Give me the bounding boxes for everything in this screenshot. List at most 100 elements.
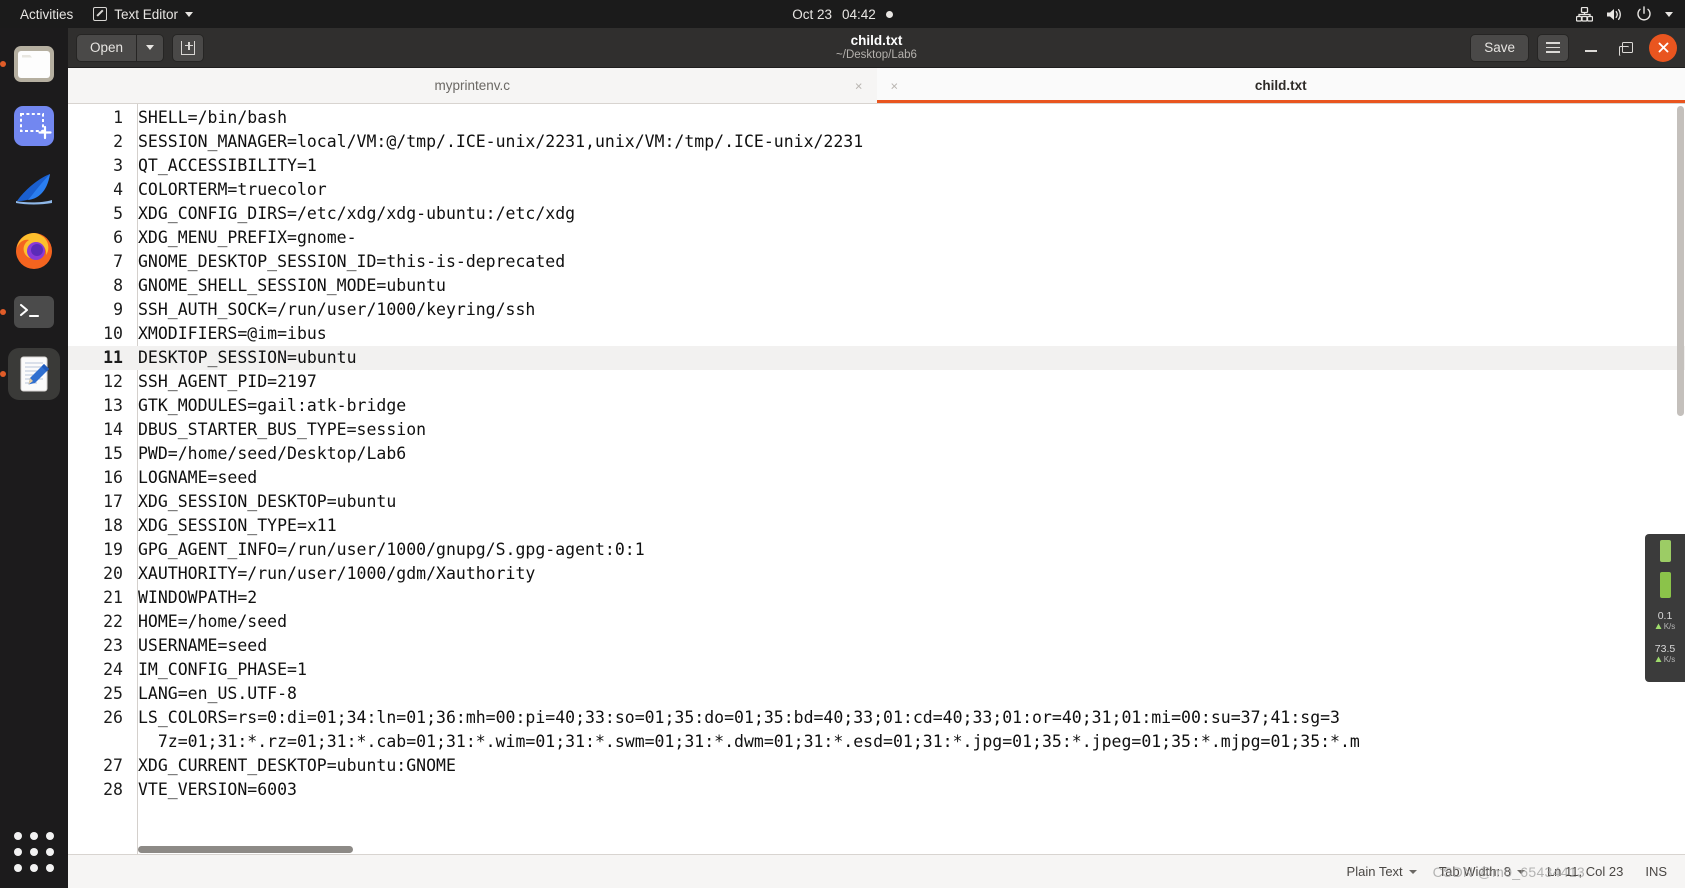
maximize-button[interactable] xyxy=(1613,34,1641,62)
editor-area[interactable]: 1 SHELL=/bin/bash 2 SESSION_MANAGER=local/V… xyxy=(68,104,1685,854)
code-line[interactable]: 19 GPG_AGENT_INFO=/run/user/1000/gnupg/S.… xyxy=(68,538,1685,562)
code-line[interactable]: 26 LS_COLORS=rs=0:di=01;34:ln=01;36:mh=00… xyxy=(68,706,1685,730)
running-indicator-dot xyxy=(0,61,6,67)
notepad-pencil-icon xyxy=(20,356,49,392)
code-line[interactable]: 8 GNOME_SHELL_SESSION_MODE=ubuntu xyxy=(68,274,1685,298)
power-icon xyxy=(1637,6,1651,21)
dock xyxy=(0,28,68,888)
language-selector[interactable]: Plain Text xyxy=(1347,864,1417,879)
code-line[interactable]: 18 XDG_SESSION_TYPE=x11 xyxy=(68,514,1685,538)
line-text: GNOME_SHELL_SESSION_MODE=ubuntu xyxy=(138,276,446,295)
dock-item-files[interactable] xyxy=(0,38,60,90)
tab-close-icon[interactable]: × xyxy=(855,79,863,92)
line-text: XDG_SESSION_TYPE=x11 xyxy=(138,516,337,535)
code-line[interactable]: 28 VTE_VERSION=6003 xyxy=(68,778,1685,802)
code-line[interactable]: 7 GNOME_DESKTOP_SESSION_ID=this-is-deprec… xyxy=(68,250,1685,274)
code-line[interactable]: 5 XDG_CONFIG_DIRS=/etc/xdg/xdg-ubuntu:/et… xyxy=(68,202,1685,226)
activities-label: Activities xyxy=(20,6,74,22)
running-indicator-dot xyxy=(0,309,6,315)
hamburger-menu-icon xyxy=(1546,41,1560,54)
chevron-down-icon[interactable] xyxy=(1665,11,1673,17)
code-line[interactable]: 6 XDG_MENU_PREFIX=gnome- xyxy=(68,226,1685,250)
code-line[interactable]: 4 COLORTERM=truecolor xyxy=(68,178,1685,202)
line-number: 5 xyxy=(113,204,123,223)
code-line[interactable]: 11 DESKTOP_SESSION=ubuntu xyxy=(68,346,1685,370)
activities-button[interactable]: Activities xyxy=(10,3,83,26)
running-indicator-dot xyxy=(0,371,6,377)
line-number: 14 xyxy=(103,420,123,439)
open-button[interactable]: Open xyxy=(76,33,137,62)
top-bar-left: Activities Text Editor xyxy=(0,3,203,26)
dock-item-terminal[interactable] xyxy=(0,286,60,338)
code-line[interactable]: 15 PWD=/home/seed/Desktop/Lab6 xyxy=(68,442,1685,466)
minimize-icon xyxy=(1585,50,1597,52)
horizontal-scrollbar[interactable] xyxy=(138,846,1678,853)
dock-item-firefox[interactable] xyxy=(8,224,60,276)
new-tab-button[interactable] xyxy=(172,33,205,62)
line-number: 16 xyxy=(103,468,123,487)
header-right-controls: Save xyxy=(1470,33,1677,62)
volume-icon xyxy=(1607,8,1621,20)
text-editor-icon xyxy=(93,7,108,21)
system-tray[interactable] xyxy=(1576,6,1673,22)
line-text: XDG_MENU_PREFIX=gnome- xyxy=(138,228,357,247)
vertical-scrollbar-thumb[interactable] xyxy=(1677,106,1684,416)
line-text: DESKTOP_SESSION=ubuntu xyxy=(138,348,357,367)
tab-myprintenv-c[interactable]: myprintenv.c × xyxy=(68,68,877,103)
dock-item-text-editor[interactable] xyxy=(0,348,60,400)
code-line[interactable]: 20 XAUTHORITY=/run/user/1000/gdm/Xauthori… xyxy=(68,562,1685,586)
line-number: 18 xyxy=(103,516,123,535)
clock-button[interactable]: Oct 23 04:42 xyxy=(713,7,973,22)
source-view[interactable]: 1 SHELL=/bin/bash 2 SESSION_MANAGER=local/V… xyxy=(68,104,1685,854)
close-icon xyxy=(1658,42,1668,53)
line-text: SHELL=/bin/bash xyxy=(138,108,288,127)
app-menu-button[interactable]: Text Editor xyxy=(83,3,203,26)
window-subtitle: ~/Desktop/Lab6 xyxy=(836,49,917,61)
line-number: 1 xyxy=(113,108,123,127)
tab-child-txt[interactable]: × child.txt xyxy=(876,68,1685,103)
code-line[interactable]: 3 QT_ACCESSIBILITY=1 xyxy=(68,154,1685,178)
window-header-bar: Open child.txt ~/Desktop/Lab6 Save xyxy=(68,28,1685,68)
line-text: GPG_AGENT_INFO=/run/user/1000/gnupg/S.gp… xyxy=(138,540,645,559)
code-line[interactable]: 17 XDG_SESSION_DESKTOP=ubuntu xyxy=(68,490,1685,514)
network-icon xyxy=(1576,6,1593,22)
line-text: XMODIFIERS=@im=ibus xyxy=(138,324,327,343)
dock-item-wireshark[interactable] xyxy=(8,162,60,214)
tab-bar: myprintenv.c × × child.txt xyxy=(68,68,1685,104)
minimize-button[interactable] xyxy=(1577,34,1605,62)
line-text: DBUS_STARTER_BUS_TYPE=session xyxy=(138,420,427,439)
netmon-bar-lower xyxy=(1659,572,1671,598)
code-line[interactable]: 9 SSH_AUTH_SOCK=/run/user/1000/keyring/ss… xyxy=(68,298,1685,322)
code-line[interactable]: 21 WINDOWPATH=2 xyxy=(68,586,1685,610)
cursor-position: Ln 11, Col 23 xyxy=(1547,864,1623,879)
tab-close-icon[interactable]: × xyxy=(891,79,899,92)
show-applications-icon[interactable] xyxy=(12,830,56,874)
code-line[interactable]: 12 SSH_AGENT_PID=2197 xyxy=(68,370,1685,394)
open-dropdown-button[interactable] xyxy=(136,33,165,62)
tab-width-selector[interactable]: Tab Width: 8 xyxy=(1439,864,1525,879)
dock-item-screenshot[interactable] xyxy=(8,100,60,152)
code-line[interactable]: 22 HOME=/home/seed xyxy=(68,610,1685,634)
close-button[interactable] xyxy=(1649,33,1677,62)
code-lines: 1 SHELL=/bin/bash 2 SESSION_MANAGER=local/V… xyxy=(68,104,1685,854)
line-number: 21 xyxy=(103,588,123,607)
save-button[interactable]: Save xyxy=(1470,33,1529,62)
code-line[interactable]: 14 DBUS_STARTER_BUS_TYPE=session xyxy=(68,418,1685,442)
vertical-scrollbar[interactable] xyxy=(1677,106,1684,806)
line-number: 4 xyxy=(113,180,123,199)
code-line[interactable]: 2 SESSION_MANAGER=local/VM:@/tmp/.ICE-uni… xyxy=(68,130,1685,154)
netmon-bar-upper xyxy=(1659,540,1671,562)
horizontal-scrollbar-thumb[interactable] xyxy=(138,846,353,853)
code-line[interactable]: 13 GTK_MODULES=gail:atk-bridge xyxy=(68,394,1685,418)
code-line[interactable]: 1 SHELL=/bin/bash xyxy=(68,106,1685,130)
code-line[interactable]: 24 IM_CONFIG_PHASE=1 xyxy=(68,658,1685,682)
main-menu-button[interactable] xyxy=(1537,33,1569,62)
code-line[interactable]: 27 XDG_CURRENT_DESKTOP=ubuntu:GNOME xyxy=(68,754,1685,778)
code-line[interactable]: 16 LOGNAME=seed xyxy=(68,466,1685,490)
line-text: 7z=01;31:*.rz=01;31:*.cab=01;31:*.wim=01… xyxy=(138,732,1360,751)
line-number: 19 xyxy=(103,540,123,559)
code-line[interactable]: 23 USERNAME=seed xyxy=(68,634,1685,658)
code-line[interactable]: 7z=01;31:*.rz=01;31:*.cab=01;31:*.wim=01… xyxy=(68,730,1685,754)
code-line[interactable]: 10 XMODIFIERS=@im=ibus xyxy=(68,322,1685,346)
code-line[interactable]: 25 LANG=en_US.UTF-8 xyxy=(68,682,1685,706)
